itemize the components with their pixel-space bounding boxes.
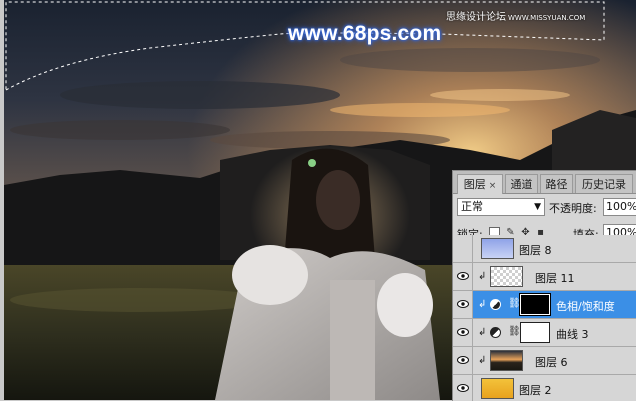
eye-icon (457, 356, 469, 364)
eye-icon (457, 384, 469, 392)
tab-layers-label: 图层 (463, 178, 486, 191)
clipping-arrow-icon: ↲ (478, 299, 487, 310)
layer-mask-thumbnail[interactable] (519, 293, 551, 316)
layer-row[interactable]: ↲ 图层 6 (453, 347, 636, 375)
layers-list: 图层 8 ↲ 图层 11 ↲ ⛓ 色相/饱和度 ↲ ⛓ 曲线 3 ↲ 图层 6 … (453, 235, 636, 401)
watermark-68ps: www.68ps.com (288, 22, 442, 45)
layer-name: 图层 8 (519, 244, 552, 257)
eye-icon (457, 300, 469, 308)
eye-icon (457, 272, 469, 280)
layer-thumbnail (481, 378, 514, 399)
layer-row[interactable]: 图层 8 (453, 235, 636, 263)
watermark-missyuan-cn: 思缘设计论坛 (446, 12, 506, 23)
tab-paths[interactable]: 路径 (540, 174, 573, 193)
layers-panel: 图层× 通道 路径 历史记录 正常 ▼ 不透明度: 100% 锁定: ✎ ✥ ▪… (452, 170, 636, 401)
visibility-toggle[interactable] (453, 375, 473, 401)
layer-thumbnail (490, 350, 523, 371)
visibility-toggle[interactable] (453, 235, 473, 262)
clipping-arrow-icon: ↲ (478, 355, 487, 366)
clipping-arrow-icon: ↲ (478, 271, 487, 282)
opacity-input[interactable]: 100% (603, 198, 636, 216)
tab-channels[interactable]: 通道 (505, 174, 538, 193)
layer-name: 图层 11 (535, 272, 575, 285)
visibility-toggle[interactable] (453, 347, 473, 374)
opacity-label: 不透明度: (549, 202, 597, 215)
layer-name: 图层 2 (519, 384, 552, 397)
layer-name: 图层 6 (535, 356, 568, 369)
layer-mask-thumbnail[interactable] (520, 322, 550, 343)
watermark-missyuan-url: WWW.MISSYUAN.COM (508, 14, 586, 22)
chain-link-icon[interactable]: ⛓ (508, 298, 521, 309)
layer-name: 曲线 3 (556, 328, 589, 341)
adjustment-layer-icon (490, 327, 501, 338)
panel-tabs: 图层 × 通道 路径 历史记录 (453, 171, 636, 194)
close-icon[interactable]: × (489, 181, 497, 191)
visibility-toggle[interactable] (453, 263, 473, 290)
layer-name: 色相/饱和度 (556, 300, 615, 313)
chain-link-icon[interactable]: ⛓ (508, 326, 521, 337)
layer-row[interactable]: ↲ ⛓ 曲线 3 (453, 319, 636, 347)
layer-thumbnail (490, 266, 523, 287)
clipping-arrow-icon: ↲ (478, 327, 487, 338)
blend-opacity-row: 正常 ▼ 不透明度: 100% (453, 195, 636, 219)
watermark-missyuan: 思缘设计论坛 WWW.MISSYUAN.COM (446, 8, 585, 23)
chevron-down-icon: ▼ (534, 202, 541, 212)
layer-row[interactable]: 图层 2 (453, 375, 636, 401)
eye-icon (457, 328, 469, 336)
visibility-toggle[interactable] (453, 291, 473, 318)
adjustment-layer-icon (490, 299, 501, 310)
tab-layers[interactable]: 图层 × (457, 174, 503, 194)
tab-history[interactable]: 历史记录 (575, 174, 633, 193)
layer-row[interactable]: ↲ ⛓ 色相/饱和度 (453, 291, 636, 319)
blend-mode-value: 正常 (461, 200, 483, 213)
layer-thumbnail (481, 238, 514, 259)
visibility-toggle[interactable] (453, 319, 473, 346)
blend-mode-select[interactable]: 正常 ▼ (457, 198, 545, 216)
layer-row[interactable]: ↲ 图层 11 (453, 263, 636, 291)
